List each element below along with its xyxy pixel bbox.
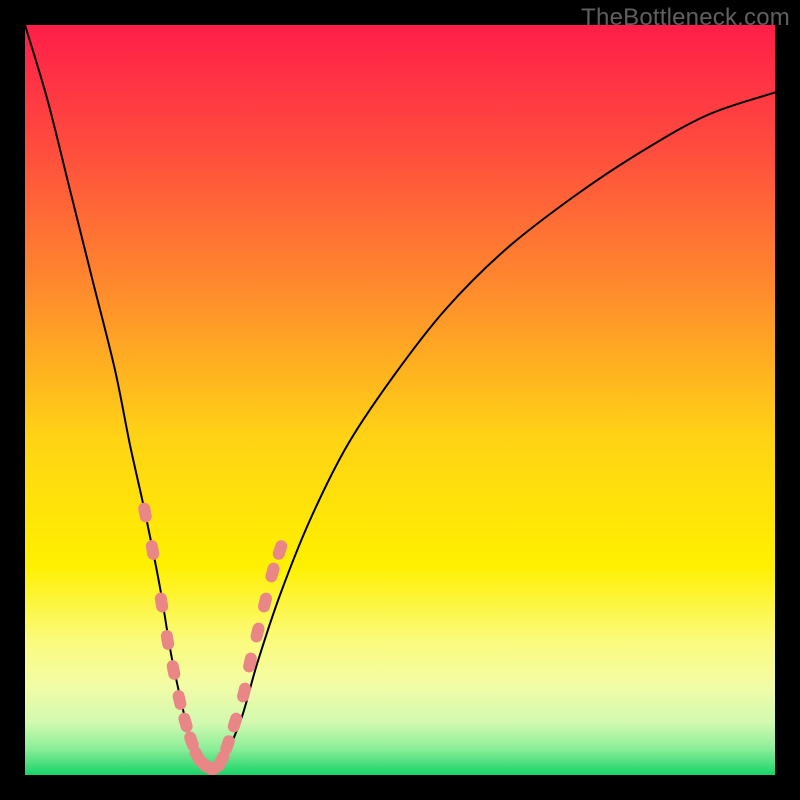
background-gradient <box>25 25 775 775</box>
plot-area <box>25 25 775 775</box>
chart-container: TheBottleneck.com <box>0 0 800 800</box>
watermark-text: TheBottleneck.com <box>581 4 790 32</box>
chart-svg <box>25 25 775 775</box>
